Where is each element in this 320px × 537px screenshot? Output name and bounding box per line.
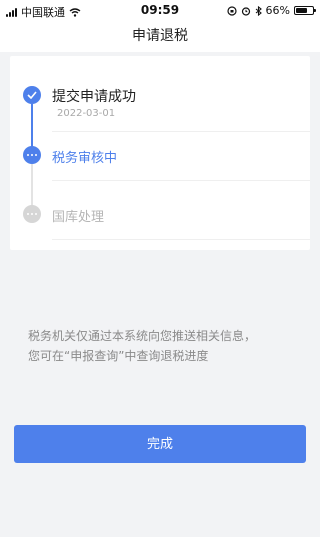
divider [52,180,310,181]
pending-icon [23,205,41,223]
step-label: 提交申请成功 [52,89,136,105]
battery-percent: 66% [265,4,290,17]
info-line-2: 您可在“申报查询”中查询退税进度 [28,349,209,363]
step-date: 2022-03-01 [57,108,116,119]
app-screen: 中国联通 09:59 66% 申请退税 提交申请成功 2022-03-01 税务… [0,0,320,537]
orientation-lock-icon [226,5,237,16]
info-line-1: 税务机关仅通过本系统向您推送相关信息， [28,329,257,343]
in-progress-icon [23,146,41,164]
page-title: 申请退税 [132,28,188,44]
divider [52,131,310,132]
step-label: 税务审核中 [52,151,118,166]
progress-card: 提交申请成功 2022-03-01 税务审核中 国库处理 [10,56,310,250]
status-bar: 中国联通 09:59 66% [0,0,320,20]
info-text: 税务机关仅通过本系统向您推送相关信息， 您可在“申报查询”中查询退税进度 [28,326,298,366]
progress-rail-done [31,104,33,152]
step-label: 国库处理 [52,210,105,225]
bluetooth-icon [255,5,262,16]
done-button[interactable]: 完成 [14,425,306,463]
battery-fill [296,8,307,13]
progress-rail-pending [31,164,33,208]
battery-icon [294,6,316,15]
check-icon [23,86,41,104]
alarm-icon [241,6,250,16]
nav-bar: 申请退税 [0,20,320,52]
status-right: 66% [226,4,316,17]
divider [52,239,310,240]
